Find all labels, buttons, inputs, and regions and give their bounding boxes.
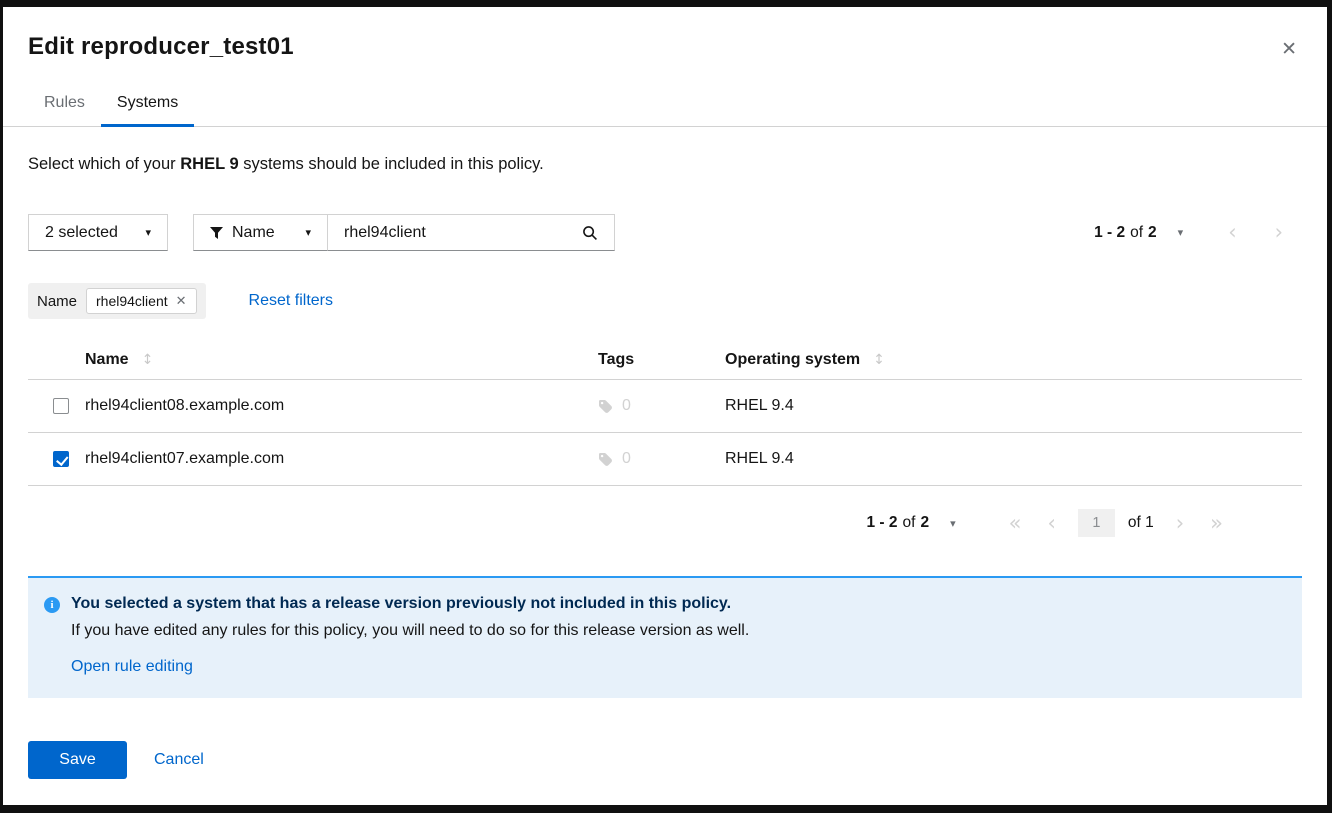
caret-down-icon: ▾ (305, 226, 311, 239)
alert-header: i You selected a system that has a relea… (44, 595, 1286, 613)
tags-cell[interactable]: 0 (598, 397, 725, 415)
per-page-menu-toggle[interactable]: 1 - 2 of 2 ▾ (867, 514, 956, 532)
table-header-row: Name ↕ Tags Operating system ↕ (28, 341, 1302, 380)
column-header-os-label: Operating system (725, 351, 860, 368)
system-name-cell: rhel94client08.example.com (85, 380, 598, 433)
search-field (327, 214, 615, 251)
os-cell: RHEL 9.4 (725, 433, 1302, 486)
tag-count: 0 (622, 450, 631, 468)
filter-type-dropdown[interactable]: Name ▾ (193, 214, 328, 251)
save-button[interactable]: Save (28, 741, 127, 779)
sort-icon[interactable]: ↕ (142, 352, 154, 368)
column-header-name: Name ↕ (85, 341, 598, 380)
caret-down-icon: ▾ (1178, 226, 1184, 239)
current-page-input[interactable] (1078, 509, 1115, 537)
alert-title: You selected a system that has a release… (71, 595, 731, 613)
chevron-right-icon[interactable]: › (1256, 222, 1302, 243)
description-rhel-version: RHEL 9 (180, 155, 238, 173)
info-alert: i You selected a system that has a relea… (28, 576, 1302, 698)
table-row: rhel94client07.example.com 0 RHEL 9.4 (28, 433, 1302, 486)
search-input[interactable] (344, 224, 564, 242)
total-pages-label: of 1 (1128, 514, 1154, 532)
row-checkbox[interactable] (53, 451, 69, 467)
os-cell: RHEL 9.4 (725, 380, 1302, 433)
system-name-cell: rhel94client07.example.com (85, 433, 598, 486)
description-text: Select which of your RHEL 9 systems shou… (28, 155, 1302, 174)
reset-filters-link[interactable]: Reset filters (249, 292, 333, 310)
modal-title: Edit reproducer_test01 (28, 33, 1302, 61)
remove-chip-icon[interactable]: ✕ (176, 295, 187, 308)
pagination-nav: ‹ › (1209, 222, 1302, 243)
pagination-nav: « ‹ of 1 › » (996, 509, 1236, 537)
pagination-of: of (1130, 224, 1143, 242)
filter-type-label: Name (232, 224, 275, 242)
tab-bar: Rules Systems (3, 84, 1327, 127)
chip-value: rhel94client (96, 293, 168, 309)
modal-body: Select which of your RHEL 9 systems shou… (3, 127, 1327, 711)
bulk-select-label: 2 selected (45, 224, 118, 242)
tab-rules[interactable]: Rules (28, 84, 101, 126)
tag-icon (598, 452, 613, 467)
search-icon[interactable] (582, 225, 598, 241)
search-filter-group: Name ▾ (193, 214, 615, 251)
pagination-bottom: 1 - 2 of 2 ▾ « ‹ of 1 › » (28, 501, 1302, 545)
filter-toolbar: 2 selected ▾ Name ▾ (28, 214, 1302, 251)
modal-header: Edit reproducer_test01 ✕ (3, 7, 1327, 61)
bulk-select-dropdown[interactable]: 2 selected ▾ (28, 214, 168, 251)
tag-count: 0 (622, 397, 631, 415)
filter-icon (210, 227, 223, 239)
toolbar-filters: 2 selected ▾ Name ▾ (28, 214, 615, 251)
alert-description: If you have edited any rules for this po… (71, 622, 1286, 640)
tab-systems[interactable]: Systems (101, 84, 194, 126)
filter-chip-group: Name rhel94client ✕ (28, 283, 206, 319)
first-page-icon[interactable]: « (996, 513, 1035, 534)
table-row: rhel94client08.example.com 0 RHEL 9.4 (28, 380, 1302, 433)
pagination-total: 2 (920, 514, 929, 532)
chevron-left-icon[interactable]: ‹ (1209, 222, 1255, 243)
tags-cell[interactable]: 0 (598, 450, 725, 468)
chevron-left-icon[interactable]: ‹ (1034, 513, 1068, 534)
column-header-os: Operating system ↕ (725, 341, 1302, 380)
chip-category-label: Name (37, 293, 77, 310)
close-icon[interactable]: ✕ (1275, 39, 1303, 60)
chevron-right-icon[interactable]: › (1163, 513, 1197, 534)
cancel-button[interactable]: Cancel (154, 751, 204, 769)
info-icon: i (44, 597, 60, 613)
systems-table: Name ↕ Tags Operating system ↕ rhel94clien… (28, 341, 1302, 486)
caret-down-icon: ▾ (950, 517, 956, 530)
row-checkbox[interactable] (53, 398, 69, 414)
active-filters-row: Name rhel94client ✕ Reset filters (28, 282, 1302, 320)
pagination-of: of (903, 514, 916, 532)
column-header-tags: Tags (598, 341, 725, 380)
pagination-range: 1 - 2 (867, 514, 898, 532)
caret-down-icon: ▾ (145, 226, 151, 239)
sort-icon[interactable]: ↕ (873, 352, 885, 368)
header-checkbox-cell (28, 341, 85, 380)
pagination-top: 1 - 2 of 2 ▾ ‹ › (1094, 222, 1302, 243)
per-page-menu-toggle[interactable]: 1 - 2 of 2 ▾ (1094, 224, 1183, 242)
modal-footer: Save Cancel (3, 711, 1327, 805)
filter-chip: rhel94client ✕ (86, 288, 197, 314)
tag-icon (598, 399, 613, 414)
description-prefix: Select which of your (28, 155, 180, 173)
description-suffix: systems should be included in this polic… (239, 155, 544, 173)
column-header-name-label: Name (85, 351, 129, 368)
pagination-range: 1 - 2 (1094, 224, 1125, 242)
modal-backdrop: Edit reproducer_test01 ✕ Rules Systems S… (0, 0, 1332, 813)
column-header-tags-label: Tags (598, 351, 634, 368)
edit-policy-modal: Edit reproducer_test01 ✕ Rules Systems S… (3, 7, 1327, 805)
open-rule-editing-link[interactable]: Open rule editing (71, 658, 193, 676)
pagination-total: 2 (1148, 224, 1157, 242)
last-page-icon[interactable]: » (1197, 513, 1236, 534)
